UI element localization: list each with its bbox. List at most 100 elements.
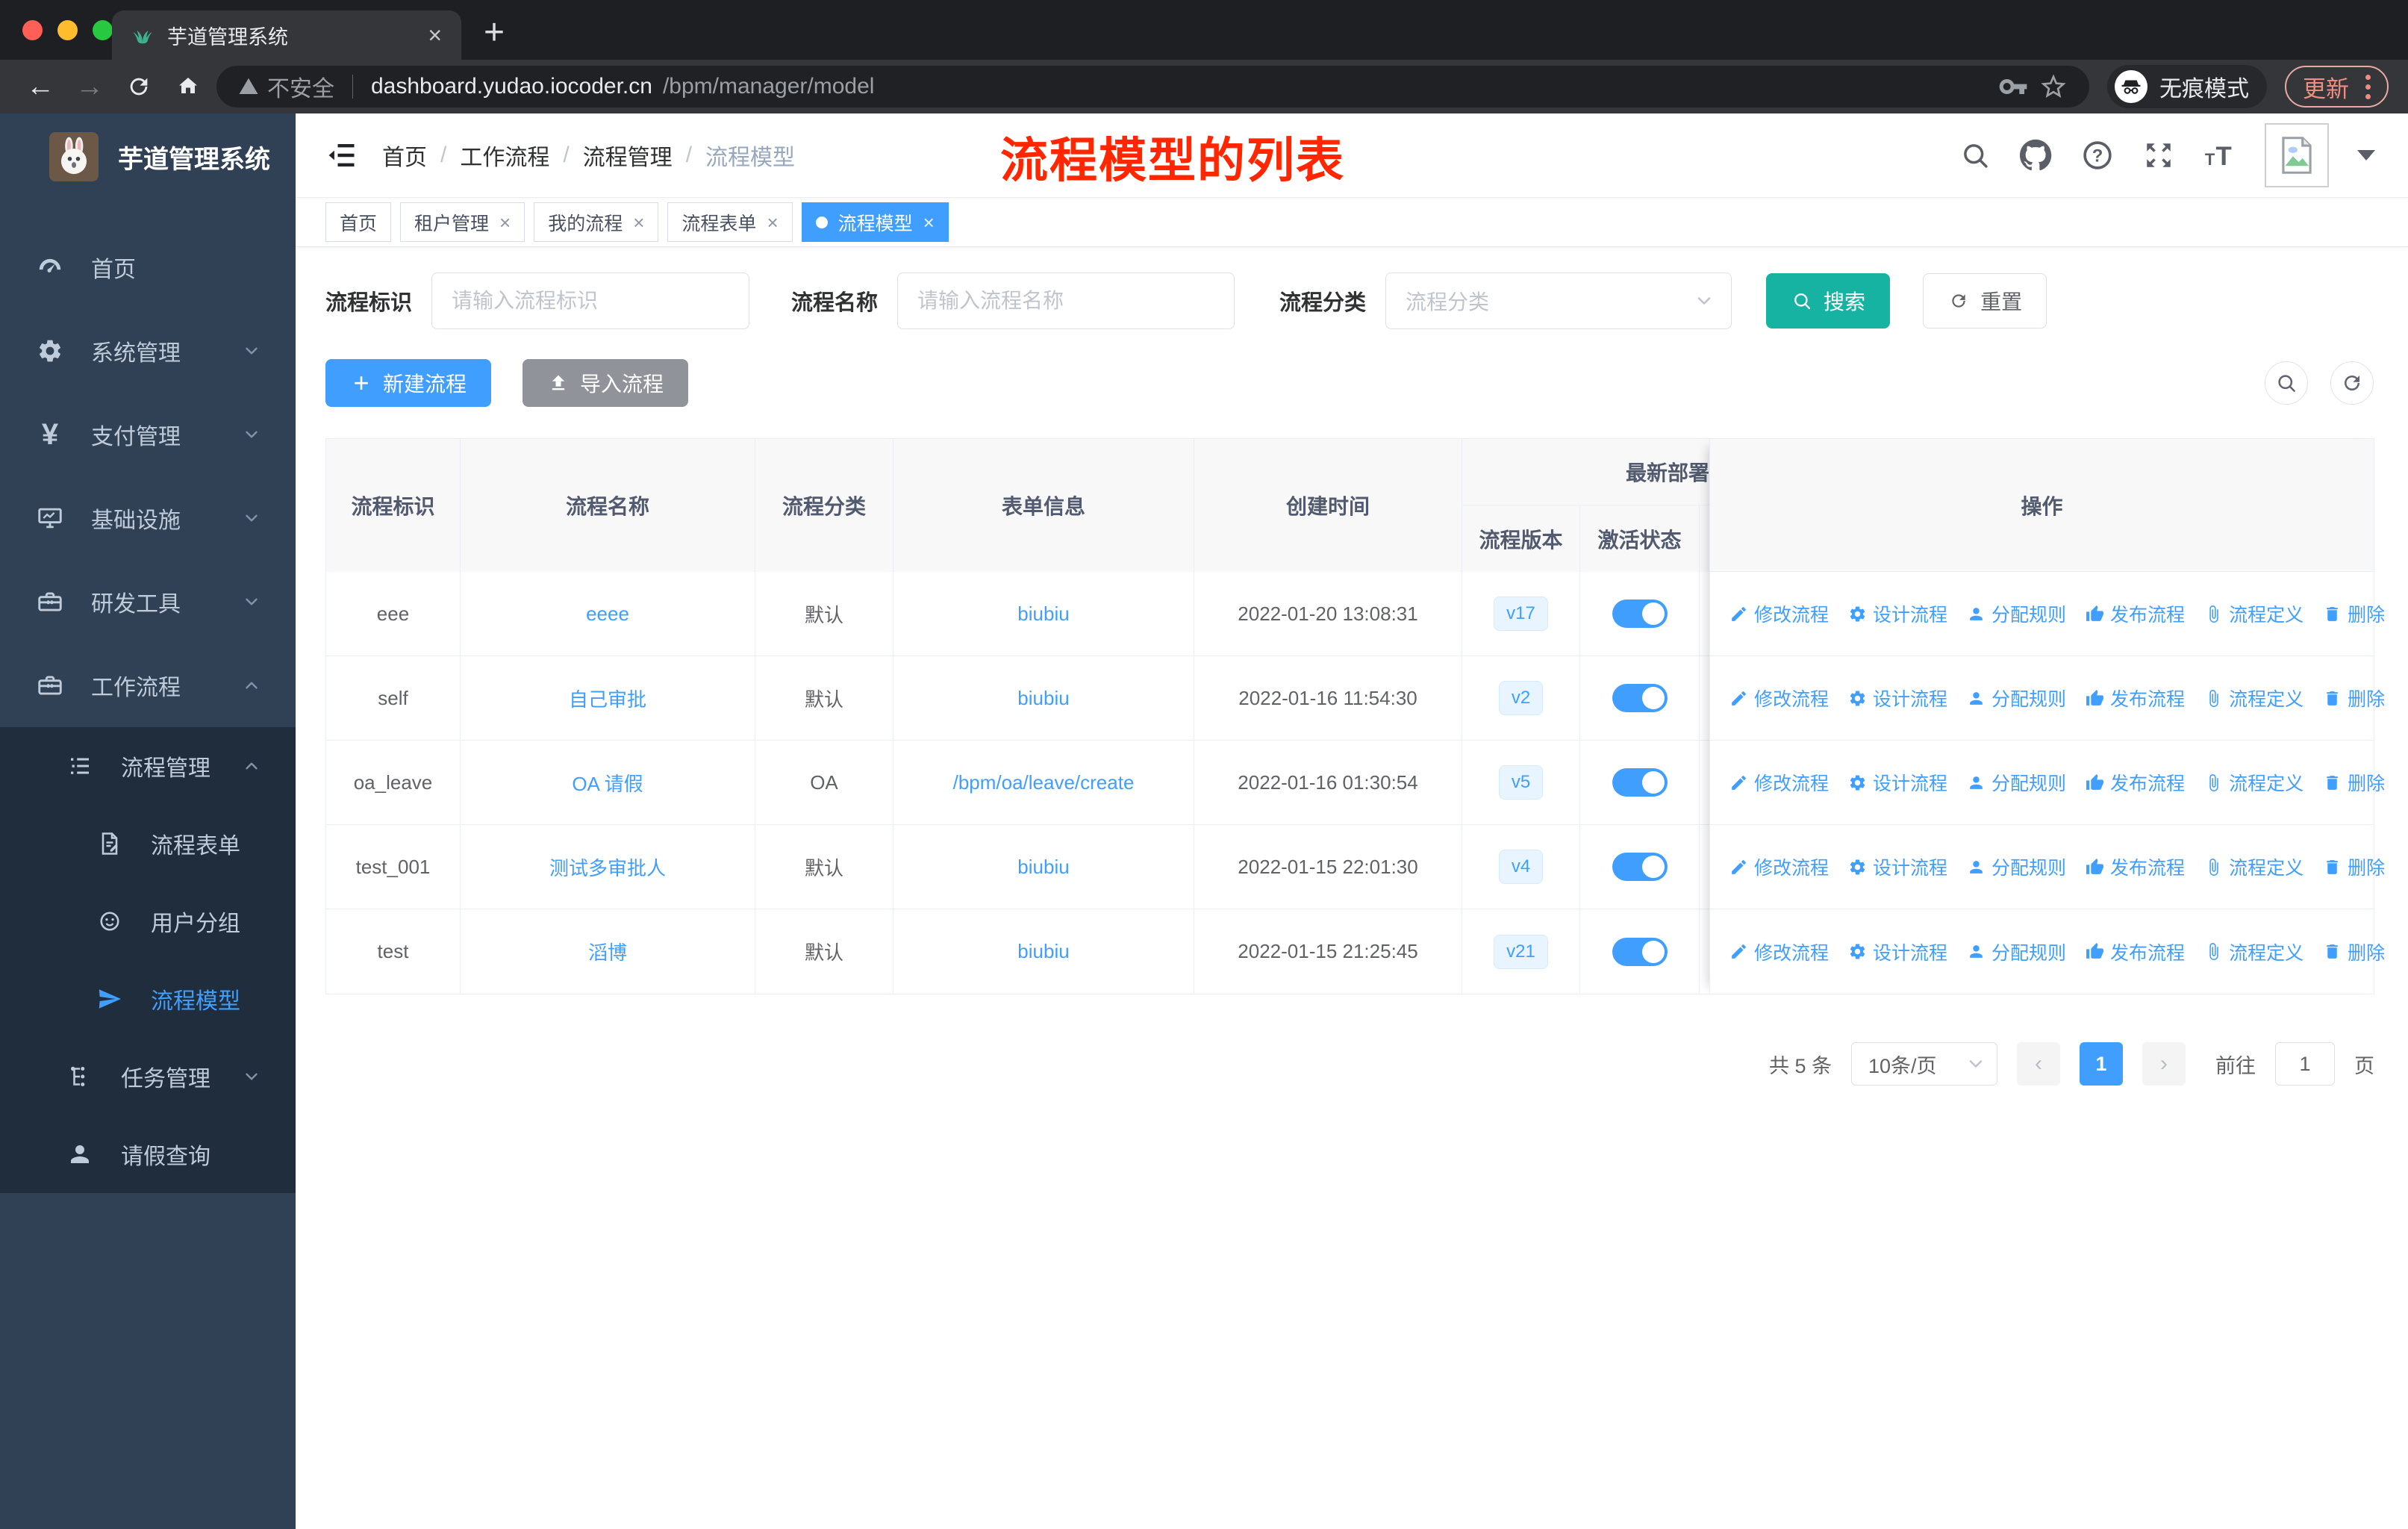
- edit-process-link[interactable]: 修改流程: [1729, 853, 1829, 880]
- version-badge[interactable]: v17: [1494, 597, 1548, 631]
- design-process-link[interactable]: 设计流程: [1848, 853, 1947, 880]
- next-page-button[interactable]: ›: [2142, 1042, 2186, 1086]
- design-process-link[interactable]: 设计流程: [1848, 938, 1947, 965]
- window-controls[interactable]: [22, 20, 113, 40]
- sidebar-item-payment[interactable]: ¥ 支付管理: [0, 393, 296, 476]
- create-process-button[interactable]: + 新建流程: [325, 359, 492, 407]
- delete-link[interactable]: 删除: [2323, 769, 2385, 796]
- home-icon[interactable]: [167, 66, 209, 108]
- publish-process-link[interactable]: 发布流程: [2086, 685, 2185, 711]
- form-info-link[interactable]: biubiu: [1017, 602, 1069, 626]
- assign-rule-link[interactable]: 分配规则: [1967, 853, 2066, 880]
- avatar[interactable]: [2265, 123, 2329, 187]
- active-toggle[interactable]: [1612, 853, 1668, 881]
- search-button[interactable]: 搜索: [1766, 273, 1891, 328]
- github-icon[interactable]: [2020, 139, 2053, 172]
- address-bar[interactable]: 不安全 dashboard.yudao.iocoder.cn/bpm/manag…: [216, 66, 2089, 108]
- publish-process-link[interactable]: 发布流程: [2086, 938, 2185, 965]
- assign-rule-link[interactable]: 分配规则: [1967, 685, 2066, 711]
- active-toggle[interactable]: [1612, 684, 1668, 712]
- assign-rule-link[interactable]: 分配规则: [1967, 600, 2066, 627]
- minimize-window-button[interactable]: [57, 20, 78, 40]
- active-toggle[interactable]: [1612, 937, 1668, 966]
- sidebar-item-user-group[interactable]: 用户分组: [0, 882, 296, 960]
- form-info-link[interactable]: biubiu: [1017, 687, 1069, 710]
- update-button[interactable]: 更新: [2285, 66, 2389, 108]
- sidebar-item-workflow[interactable]: 工作流程: [0, 644, 296, 727]
- edit-process-link[interactable]: 修改流程: [1729, 685, 1829, 711]
- show-search-button[interactable]: [2265, 361, 2308, 405]
- avatar-caret-icon[interactable]: [2357, 150, 2375, 161]
- publish-process-link[interactable]: 发布流程: [2086, 853, 2185, 880]
- process-definition-link[interactable]: 流程定义: [2204, 769, 2303, 796]
- breadcrumb-process-manage[interactable]: 流程管理: [583, 139, 673, 172]
- help-icon[interactable]: [2081, 139, 2114, 172]
- page-size-select[interactable]: 10条/页: [1851, 1042, 1997, 1086]
- sidebar-item-process-form[interactable]: 流程表单: [0, 805, 296, 882]
- process-definition-link[interactable]: 流程定义: [2204, 853, 2303, 880]
- new-tab-button[interactable]: +: [484, 12, 505, 53]
- reload-icon[interactable]: [118, 66, 160, 108]
- assign-rule-link[interactable]: 分配规则: [1967, 938, 2066, 965]
- process-name-input[interactable]: [917, 289, 1215, 313]
- sidebar-item-process-manage[interactable]: 流程管理: [0, 727, 296, 805]
- breadcrumb-home[interactable]: 首页: [382, 139, 427, 172]
- edit-process-link[interactable]: 修改流程: [1729, 769, 1829, 796]
- browser-menu-icon[interactable]: [2365, 74, 2371, 99]
- sidebar-item-leave-query[interactable]: 请假查询: [0, 1115, 296, 1193]
- sidebar-item-system[interactable]: 系统管理: [0, 309, 296, 393]
- process-key-input[interactable]: [452, 289, 730, 313]
- goto-page-input[interactable]: [2275, 1042, 2335, 1086]
- delete-link[interactable]: 删除: [2323, 853, 2385, 880]
- publish-process-link[interactable]: 发布流程: [2086, 769, 2185, 796]
- menu-fold-icon[interactable]: [325, 139, 358, 172]
- active-toggle[interactable]: [1612, 600, 1668, 628]
- process-name-link[interactable]: 自己审批: [569, 685, 646, 712]
- bookmark-star-icon[interactable]: [2039, 72, 2068, 102]
- delete-link[interactable]: 删除: [2323, 938, 2385, 965]
- design-process-link[interactable]: 设计流程: [1848, 769, 1947, 796]
- zoom-window-button[interactable]: [93, 20, 113, 40]
- edit-process-link[interactable]: 修改流程: [1729, 600, 1829, 627]
- tag-process-model[interactable]: 流程模型 ×: [801, 202, 949, 242]
- design-process-link[interactable]: 设计流程: [1848, 600, 1947, 627]
- sidebar-item-task-manage[interactable]: 任务管理: [0, 1038, 296, 1115]
- process-name-link[interactable]: OA 请假: [572, 769, 643, 797]
- form-info-link[interactable]: /bpm/oa/leave/create: [953, 771, 1135, 794]
- reset-button[interactable]: 重置: [1923, 273, 2047, 328]
- process-name-link[interactable]: 滔博: [588, 938, 627, 965]
- sidebar-item-infra[interactable]: 基础设施: [0, 476, 296, 560]
- browser-tab[interactable]: 芋道管理系统 ×: [112, 10, 461, 60]
- process-definition-link[interactable]: 流程定义: [2204, 938, 2303, 965]
- delete-link[interactable]: 删除: [2323, 600, 2385, 627]
- process-name-link[interactable]: eeee: [586, 602, 629, 626]
- process-name-link[interactable]: 测试多审批人: [549, 853, 666, 881]
- form-info-link[interactable]: biubiu: [1017, 856, 1069, 879]
- version-badge[interactable]: v5: [1498, 765, 1544, 800]
- sidebar-item-home[interactable]: 首页: [0, 225, 296, 309]
- sidebar-item-devtools[interactable]: 研发工具: [0, 560, 296, 644]
- tab-close-icon[interactable]: ×: [428, 23, 442, 47]
- assign-rule-link[interactable]: 分配规则: [1967, 769, 2066, 796]
- security-chip[interactable]: 不安全: [237, 70, 334, 103]
- close-icon[interactable]: ×: [767, 213, 778, 232]
- search-icon[interactable]: [1959, 139, 1991, 172]
- form-info-link[interactable]: biubiu: [1017, 940, 1069, 963]
- close-icon[interactable]: ×: [499, 213, 511, 232]
- import-process-button[interactable]: 导入流程: [523, 359, 689, 407]
- category-select[interactable]: 流程分类: [1385, 273, 1732, 329]
- back-icon[interactable]: ←: [19, 66, 61, 108]
- font-size-icon[interactable]: [2203, 139, 2236, 172]
- breadcrumb-workflow[interactable]: 工作流程: [460, 139, 549, 172]
- active-toggle[interactable]: [1612, 768, 1668, 797]
- delete-link[interactable]: 删除: [2323, 685, 2385, 711]
- version-badge[interactable]: v4: [1498, 850, 1544, 884]
- design-process-link[interactable]: 设计流程: [1848, 685, 1947, 711]
- fullscreen-icon[interactable]: [2142, 139, 2175, 172]
- tag-my-process[interactable]: 我的流程 ×: [534, 202, 659, 242]
- page-1-button[interactable]: 1: [2080, 1042, 2123, 1086]
- close-icon[interactable]: ×: [923, 213, 935, 232]
- process-definition-link[interactable]: 流程定义: [2204, 600, 2303, 627]
- tag-tenant[interactable]: 租户管理 ×: [400, 202, 525, 242]
- tag-home[interactable]: 首页: [325, 202, 392, 242]
